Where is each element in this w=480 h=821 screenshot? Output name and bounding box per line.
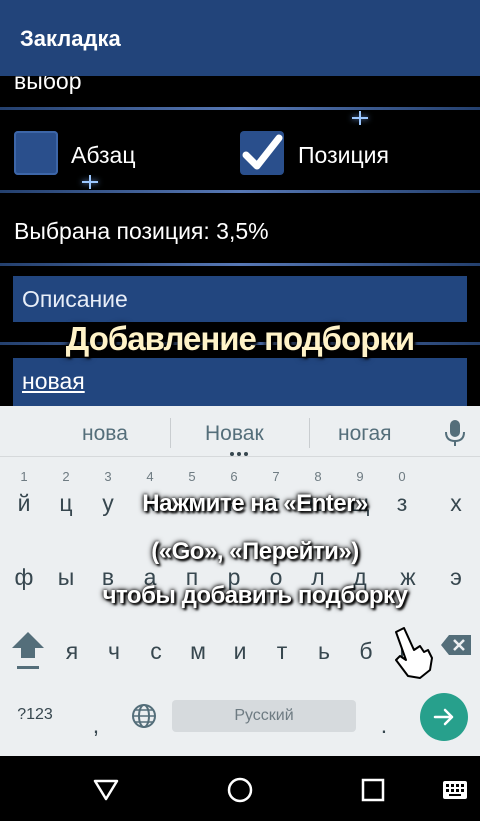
hint-line-2: («Go», «Перейти») — [151, 538, 359, 565]
divider — [0, 107, 480, 110]
enter-key[interactable] — [420, 693, 468, 741]
hint-line-3: чтобы добавить подборку — [102, 582, 408, 609]
key[interactable]: и — [216, 612, 264, 676]
overlay-title: Добавление подборки — [65, 320, 415, 357]
key[interactable]: 0з — [378, 464, 426, 528]
pointing-hand-icon — [395, 627, 433, 679]
key[interactable]: ф — [0, 538, 48, 602]
key[interactable]: х — [432, 464, 480, 528]
checkmark-icon — [242, 134, 283, 170]
shift-icon — [12, 632, 44, 669]
navigation-bar — [0, 756, 480, 821]
space-bar[interactable]: Русский — [172, 700, 356, 732]
backspace-key[interactable] — [432, 612, 480, 676]
key[interactable]: 1й — [0, 464, 48, 528]
hint-line-1: Нажмите на «Enter» — [142, 490, 368, 517]
divider — [0, 263, 480, 266]
globe-icon — [132, 704, 156, 728]
symbols-key[interactable]: ?123 — [0, 686, 70, 750]
key[interactable]: с — [132, 612, 180, 676]
app-bar: Закладка — [0, 0, 480, 76]
description-field[interactable]: Описание — [13, 276, 467, 322]
home-icon[interactable] — [226, 776, 254, 804]
key[interactable]: 3у — [84, 464, 132, 528]
selected-position-text: Выбрана позиция: 3,5% — [14, 218, 269, 244]
divider — [0, 190, 480, 193]
keyboard-switch-icon[interactable] — [442, 780, 468, 800]
sparkle-decoration — [82, 175, 98, 189]
key[interactable]: ы — [42, 538, 90, 602]
position-checkbox[interactable] — [240, 131, 284, 175]
shift-key[interactable] — [4, 612, 52, 676]
name-value: новая — [22, 368, 85, 394]
key[interactable]: 2ц — [42, 464, 90, 528]
position-checkbox-label[interactable]: Позиция — [298, 142, 389, 169]
language-key[interactable] — [120, 686, 168, 750]
suggestion-bar: нова Новак ногая — [0, 406, 480, 457]
key[interactable]: т — [258, 612, 306, 676]
key[interactable]: ч — [90, 612, 138, 676]
more-suggestions-dots[interactable] — [230, 452, 250, 456]
paragraph-checkbox-label[interactable]: Абзац — [71, 142, 136, 169]
comma-key[interactable]: , — [72, 686, 120, 750]
key[interactable]: э — [432, 538, 480, 602]
recents-icon[interactable] — [361, 778, 385, 802]
microphone-icon[interactable] — [444, 419, 466, 447]
key[interactable]: я — [48, 612, 96, 676]
page-title: Закладка — [20, 26, 121, 51]
backspace-icon — [441, 635, 471, 655]
name-field[interactable]: новая — [13, 358, 467, 406]
paragraph-checkbox[interactable] — [14, 131, 58, 175]
section-label: выбор — [14, 76, 82, 94]
suggestion-2[interactable]: Новак — [205, 422, 264, 446]
suggestion-3[interactable]: ногая — [338, 422, 392, 446]
suggestion-1[interactable]: нова — [82, 422, 128, 446]
on-screen-keyboard: нова Новак ногая 1й 2ц 3у 4к 5е 6н 7г 8ш… — [0, 406, 480, 756]
key[interactable]: ь — [300, 612, 348, 676]
sparkle-decoration — [352, 111, 368, 125]
period-key[interactable]: . — [360, 686, 408, 750]
description-placeholder: Описание — [22, 286, 128, 312]
divider — [170, 418, 171, 448]
key[interactable]: б — [342, 612, 390, 676]
back-icon[interactable] — [92, 778, 120, 802]
key[interactable]: м — [174, 612, 222, 676]
arrow-right-icon — [433, 708, 454, 726]
divider — [309, 418, 310, 448]
